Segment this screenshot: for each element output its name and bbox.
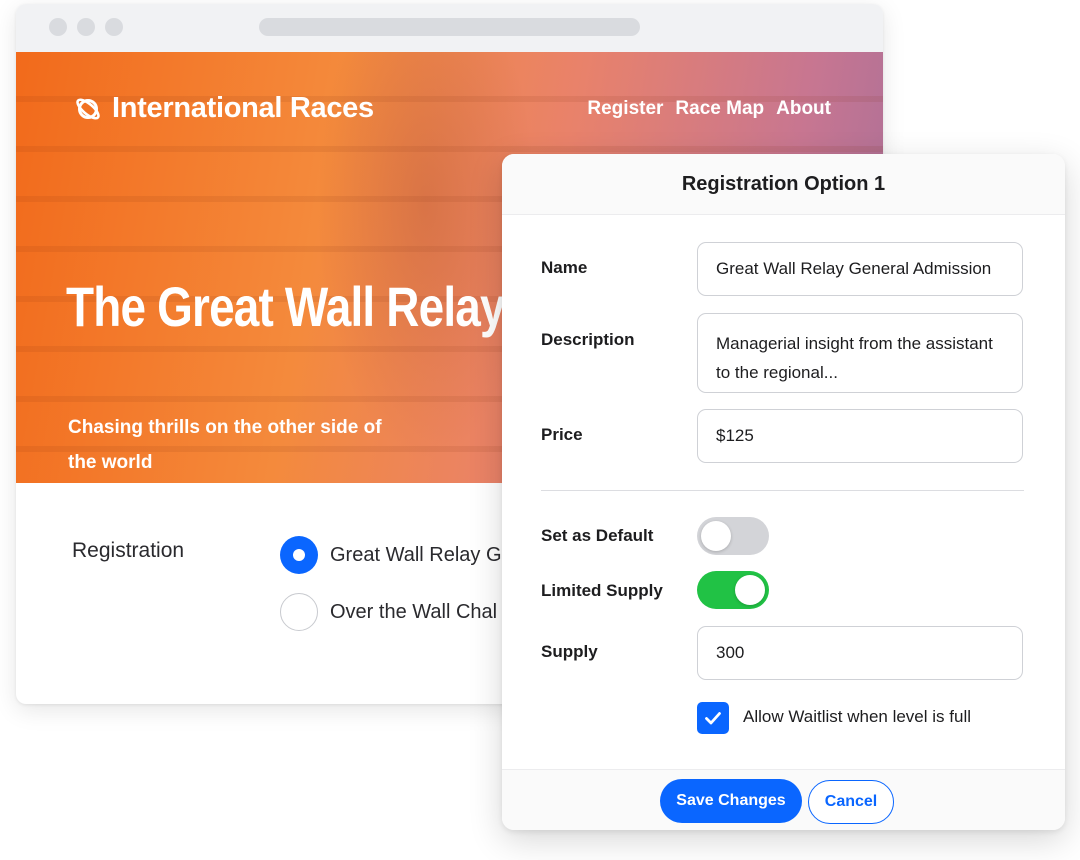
- toggle-knob: [701, 521, 731, 551]
- brand-name: International Races: [112, 92, 374, 124]
- radio-unselected[interactable]: [280, 593, 318, 631]
- description-label: Description: [541, 330, 635, 349]
- set-default-label: Set as Default: [541, 526, 654, 545]
- nav-race-map-link[interactable]: Race Map: [675, 98, 764, 120]
- cancel-button[interactable]: Cancel: [808, 780, 894, 824]
- nav-register-link[interactable]: Register: [587, 98, 663, 120]
- modal-title: Registration Option 1: [681, 172, 886, 195]
- save-changes-button[interactable]: Save Changes: [660, 779, 802, 823]
- window-close-dot[interactable]: [49, 18, 67, 36]
- main-nav: Register Race Map About: [587, 98, 831, 120]
- planet-icon: [76, 98, 100, 119]
- section-divider: [541, 490, 1024, 491]
- limited-supply-label: Limited Supply: [541, 581, 663, 600]
- supply-input[interactable]: 300: [697, 626, 1023, 680]
- window-minimize-dot[interactable]: [77, 18, 95, 36]
- supply-label: Supply: [541, 642, 598, 661]
- address-bar[interactable]: [259, 18, 640, 36]
- modal-header: Registration Option 1: [502, 154, 1065, 215]
- registration-option-label: Great Wall Relay G: [330, 543, 502, 566]
- registration-option-2[interactable]: Over the Wall Chal: [280, 593, 497, 631]
- nav-about-link[interactable]: About: [776, 98, 831, 120]
- browser-toolbar: [16, 4, 883, 52]
- set-default-toggle[interactable]: [697, 517, 769, 555]
- price-label: Price: [541, 425, 583, 444]
- name-input[interactable]: Great Wall Relay General Admission: [697, 242, 1023, 296]
- registration-option-1[interactable]: Great Wall Relay G: [280, 536, 502, 574]
- registration-option-label: Over the Wall Chal: [330, 600, 498, 623]
- radio-selected[interactable]: [280, 536, 318, 574]
- limited-supply-toggle[interactable]: [697, 571, 769, 609]
- waitlist-checkbox[interactable]: [697, 702, 729, 734]
- window-maximize-dot[interactable]: [105, 18, 123, 36]
- modal-footer: Save Changes Cancel: [502, 769, 1065, 830]
- toggle-knob: [735, 575, 765, 605]
- hero-subtitle: Chasing thrills on the other side of the…: [68, 417, 382, 473]
- description-textarea[interactable]: Managerial insight from the assistant to…: [697, 313, 1023, 393]
- site-brand[interactable]: International Races: [74, 92, 374, 125]
- hero-title: The Great Wall Relay: [66, 275, 506, 338]
- registration-option-modal: Registration Option 1 Name Great Wall Re…: [502, 154, 1065, 830]
- waitlist-label: Allow Waitlist when level is full: [743, 707, 971, 726]
- registration-label: Registration: [72, 539, 185, 562]
- checkmark-icon: [705, 712, 721, 725]
- price-input[interactable]: $125: [697, 409, 1023, 463]
- name-label: Name: [541, 258, 588, 277]
